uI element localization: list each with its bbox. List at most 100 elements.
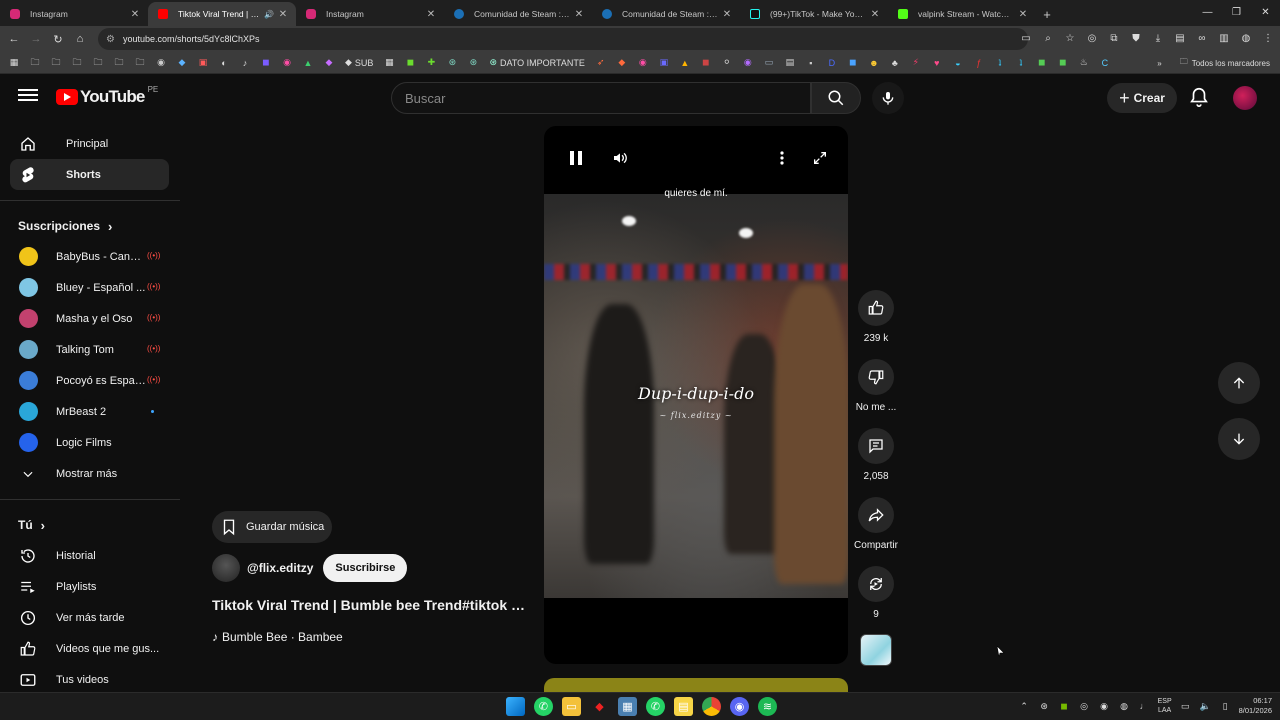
sidepanel-icon[interactable]: ▥: [1216, 30, 1232, 46]
bookmark-icon[interactable]: ▪: [803, 56, 819, 70]
app-icon[interactable]: ▦: [618, 697, 637, 716]
bookmark-icon[interactable]: ♣: [887, 56, 903, 70]
chrome-icon[interactable]: [702, 697, 721, 716]
app-icon[interactable]: ◆: [590, 697, 609, 716]
microphone-icon[interactable]: ♩: [1138, 700, 1151, 713]
bookmark-icon[interactable]: C: [1097, 56, 1113, 70]
close-tab-icon[interactable]: ✕: [1018, 9, 1028, 20]
volume-icon[interactable]: [610, 148, 630, 168]
youtube-logo[interactable]: YouTube PE: [56, 85, 158, 107]
like-button[interactable]: [858, 290, 894, 326]
bookmark-icon[interactable]: ▣: [656, 56, 672, 70]
bookmark-icon[interactable]: ◉: [153, 56, 169, 70]
channel-avatar[interactable]: [212, 554, 240, 582]
input-language[interactable]: ESP LAA: [1158, 697, 1172, 715]
close-tab-icon[interactable]: ✕: [130, 9, 140, 20]
all-bookmarks[interactable]: » 🗀 Todos los marcadores: [1157, 56, 1270, 70]
close-tab-icon[interactable]: ✕: [574, 9, 584, 20]
comment-button[interactable]: [858, 428, 894, 464]
puzzle-icon[interactable]: ⧉: [1106, 30, 1122, 46]
bookmark-icon[interactable]: ◼: [845, 56, 861, 70]
sticky-notes-icon[interactable]: ▤: [674, 697, 693, 716]
bookmark-star-icon[interactable]: ☆: [1062, 30, 1078, 46]
bookmark-icon[interactable]: ▭: [761, 56, 777, 70]
menu-icon[interactable]: ⋮: [1260, 30, 1276, 46]
bookmark-icon[interactable]: ▲: [300, 56, 316, 70]
dislike-button[interactable]: [858, 359, 894, 395]
channel-name[interactable]: @flix.editzy: [247, 561, 313, 575]
reload-icon[interactable]: ↻: [47, 28, 69, 50]
sidebar-item-shorts[interactable]: Shorts: [10, 159, 169, 190]
browser-tab[interactable]: valpink Stream - Watch Live on ✕: [888, 2, 1036, 26]
subscription-item[interactable]: Talking Tom ((•)): [0, 334, 180, 365]
bookmark-dato[interactable]: ⊛ DATO IMPORTANTE: [486, 56, 587, 70]
spotify-icon[interactable]: ≋: [758, 697, 777, 716]
bookmark-icon[interactable]: ◼: [402, 56, 418, 70]
bookmark-icon[interactable]: ƒ: [971, 56, 987, 70]
network-icon[interactable]: ▭: [1179, 700, 1192, 713]
browser-tab-active[interactable]: Tiktok Viral Trend | Bumble 🔊 ✕: [148, 2, 296, 26]
folder-icon[interactable]: 🗀: [132, 56, 148, 70]
bookmark-icon[interactable]: ♥: [929, 56, 945, 70]
bookmark-icon[interactable]: ◼: [698, 56, 714, 70]
browser-tab[interactable]: Comunidad de Steam :: Mercad ✕: [592, 2, 740, 26]
zoom-icon[interactable]: ⌕: [1040, 30, 1056, 46]
subscription-item[interactable]: Pocoyó ᴇs Españ... ((•)): [0, 365, 180, 396]
extension-icon[interactable]: ⛊: [1128, 30, 1144, 46]
hamburger-menu-icon[interactable]: [18, 86, 38, 106]
sidebar-item-principal[interactable]: Principal: [10, 128, 169, 159]
apps-icon[interactable]: ▦: [6, 56, 22, 70]
subscription-item[interactable]: Bluey - Español ... ((•)): [0, 272, 180, 303]
sidebar-item-playlists[interactable]: Playlists: [0, 571, 180, 602]
sidebar-item-historial[interactable]: Historial: [0, 540, 180, 571]
back-icon[interactable]: ←: [3, 28, 25, 50]
discord-icon[interactable]: ◉: [730, 697, 749, 716]
sidebar-item-ver-mas-tarde[interactable]: Ver más tarde: [0, 602, 180, 633]
bookmark-icon[interactable]: ʇ: [1013, 56, 1029, 70]
minimize-icon[interactable]: —: [1193, 0, 1222, 24]
show-more-button[interactable]: Mostrar más: [0, 458, 180, 489]
subscription-item[interactable]: Logic Films: [0, 427, 180, 458]
chevron-up-icon[interactable]: ⌃: [1018, 700, 1031, 713]
bookmark-icon[interactable]: ◉: [635, 56, 651, 70]
subscription-item[interactable]: Masha y el Oso ((•)): [0, 303, 180, 334]
bookmark-icon[interactable]: ⚪: [719, 56, 735, 70]
app-tray-icon[interactable]: ◎: [1078, 700, 1091, 713]
next-short-button[interactable]: [1218, 418, 1260, 460]
chevron-right-icon[interactable]: »: [1157, 59, 1161, 68]
restore-icon[interactable]: ❐: [1222, 0, 1251, 24]
shorts-player[interactable]: quieres de mí. Dup-i-dup-i-do ~ flix.edi…: [544, 126, 848, 664]
video-title[interactable]: Tiktok Viral Trend | Bumble bee Trend#ti…: [212, 597, 530, 613]
sound-thumbnail[interactable]: [860, 634, 892, 666]
fullscreen-icon[interactable]: [810, 148, 830, 168]
volume-tray-icon[interactable]: 🔈: [1199, 700, 1212, 713]
forward-icon[interactable]: →: [25, 28, 47, 50]
remix-button[interactable]: [858, 566, 894, 602]
whatsapp-icon[interactable]: ✆: [646, 697, 665, 716]
folder-icon[interactable]: 🗀: [69, 56, 85, 70]
download-icon[interactable]: ⤓: [1150, 30, 1166, 46]
site-info-icon[interactable]: ⚙: [106, 34, 115, 45]
subscription-item[interactable]: MrBeast 2: [0, 396, 180, 427]
app-tray-icon[interactable]: ◍: [1118, 700, 1131, 713]
bookmark-icon[interactable]: ▦: [381, 56, 397, 70]
folder-icon[interactable]: 🗀: [48, 56, 64, 70]
bookmark-icon[interactable]: ◒: [950, 56, 966, 70]
you-header[interactable]: Tú ›: [0, 510, 180, 540]
bookmark-icon[interactable]: ⚡: [908, 56, 924, 70]
voice-search-button[interactable]: [872, 82, 904, 114]
bookmark-icon[interactable]: ◉: [740, 56, 756, 70]
subscriptions-header[interactable]: Suscripciones ›: [0, 211, 180, 241]
sidebar-item-tus-videos[interactable]: Tus videos: [0, 664, 180, 695]
bookmark-icon[interactable]: ◉: [279, 56, 295, 70]
browser-tab[interactable]: Comunidad de Steam :: valpink ✕: [444, 2, 592, 26]
bookmark-icon[interactable]: D: [824, 56, 840, 70]
music-info[interactable]: ♪ Bumble Bee · Bambee: [212, 630, 343, 644]
folder-icon[interactable]: 🗀: [27, 56, 43, 70]
whatsapp-icon[interactable]: ✆: [534, 697, 553, 716]
search-input[interactable]: Buscar: [391, 82, 811, 114]
bookmark-icon[interactable]: ♨: [1076, 56, 1092, 70]
bookmark-icon[interactable]: ◆: [614, 56, 630, 70]
new-tab-button[interactable]: +: [1036, 2, 1058, 26]
browser-tab[interactable]: Instagram ✕: [296, 2, 444, 26]
